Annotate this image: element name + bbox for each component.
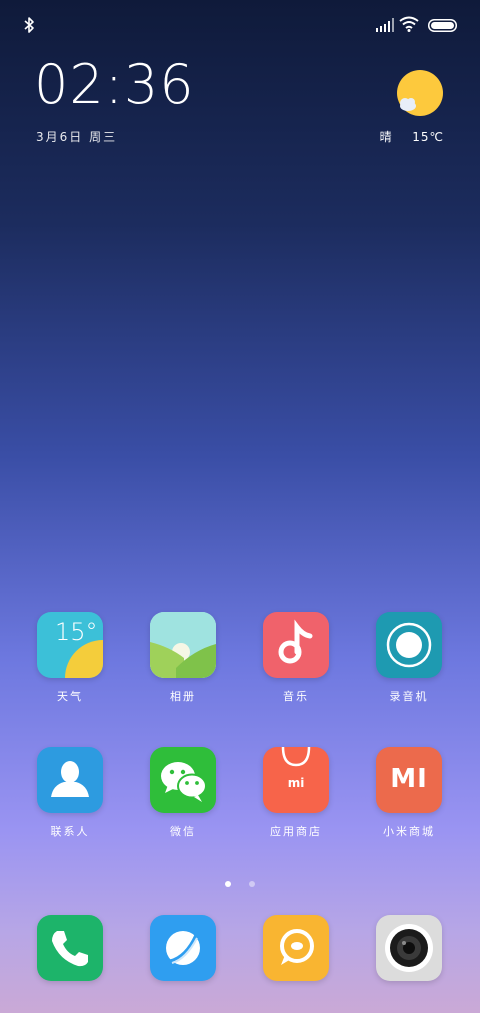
- app-wechat[interactable]: 微信: [138, 747, 228, 839]
- handset-graphic: [52, 931, 88, 967]
- planet-graphic: [166, 931, 200, 965]
- app-label: 小米商城: [383, 825, 435, 838]
- app-store-icon-text: mi: [287, 776, 305, 790]
- app-label: 联系人: [50, 825, 90, 838]
- messages-icon: [263, 915, 329, 981]
- app-label: 应用商店: [270, 825, 322, 838]
- record-button-graphic: [386, 622, 432, 668]
- page-dot-1[interactable]: [225, 881, 232, 887]
- signal-icon: [376, 18, 394, 32]
- app-music[interactable]: 音乐: [251, 612, 341, 704]
- chat-bubbles-graphic: [161, 762, 207, 802]
- app-label: 录音机: [389, 690, 429, 703]
- clock-time[interactable]: 02:36: [34, 58, 195, 112]
- sun-icon: [397, 70, 443, 116]
- speech-bubble-graphic: [280, 929, 314, 965]
- dock-phone[interactable]: [25, 915, 115, 981]
- weather-condition: 晴: [379, 130, 393, 144]
- weather-icon: 15°: [37, 612, 103, 678]
- music-note-graphic: [278, 619, 313, 664]
- dock-camera[interactable]: [364, 915, 454, 981]
- music-icon: [263, 612, 329, 678]
- weather-summary: 晴 15℃: [380, 128, 444, 145]
- dock-messages[interactable]: [251, 915, 341, 981]
- browser-icon: [150, 915, 216, 981]
- gallery-icon: [150, 612, 216, 678]
- phone-icon: [37, 915, 103, 981]
- mi-logo-text: MI: [390, 764, 428, 794]
- contacts-icon: [37, 747, 103, 813]
- mi-store-icon: MI: [376, 747, 442, 813]
- app-store[interactable]: mi 应用商店: [251, 747, 341, 839]
- wifi-icon: [399, 16, 419, 32]
- app-weather[interactable]: 15° 天气: [25, 612, 115, 704]
- camera-icon: [376, 915, 442, 981]
- app-store-icon: mi: [263, 747, 329, 813]
- app-label: 相册: [170, 690, 196, 703]
- app-mi-store[interactable]: MI 小米商城: [364, 747, 454, 839]
- app-contacts[interactable]: 联系人: [25, 747, 115, 839]
- app-gallery[interactable]: 相册: [138, 612, 228, 704]
- lens-graphic: [385, 924, 433, 972]
- page-dot-2[interactable]: [248, 881, 255, 887]
- app-label: 音乐: [283, 690, 309, 703]
- clock-date: 3月6日 周三: [36, 130, 118, 144]
- wechat-icon: [150, 747, 216, 813]
- recorder-icon: [376, 612, 442, 678]
- battery-icon: [428, 19, 457, 32]
- gallery-graphic: [150, 612, 216, 678]
- app-label: 微信: [170, 825, 196, 838]
- person-graphic: [51, 761, 89, 797]
- bluetooth-icon: [24, 17, 34, 33]
- dock-browser[interactable]: [138, 915, 228, 981]
- weather-temperature: 15℃: [412, 130, 444, 144]
- weather-widget[interactable]: 晴 15℃: [380, 70, 444, 144]
- app-recorder[interactable]: 录音机: [364, 612, 454, 704]
- page-indicator[interactable]: [0, 872, 480, 887]
- dock: [0, 915, 480, 983]
- weather-icon-temp: 15°: [55, 618, 98, 646]
- status-bar: [0, 0, 480, 50]
- app-label: 天气: [57, 690, 83, 703]
